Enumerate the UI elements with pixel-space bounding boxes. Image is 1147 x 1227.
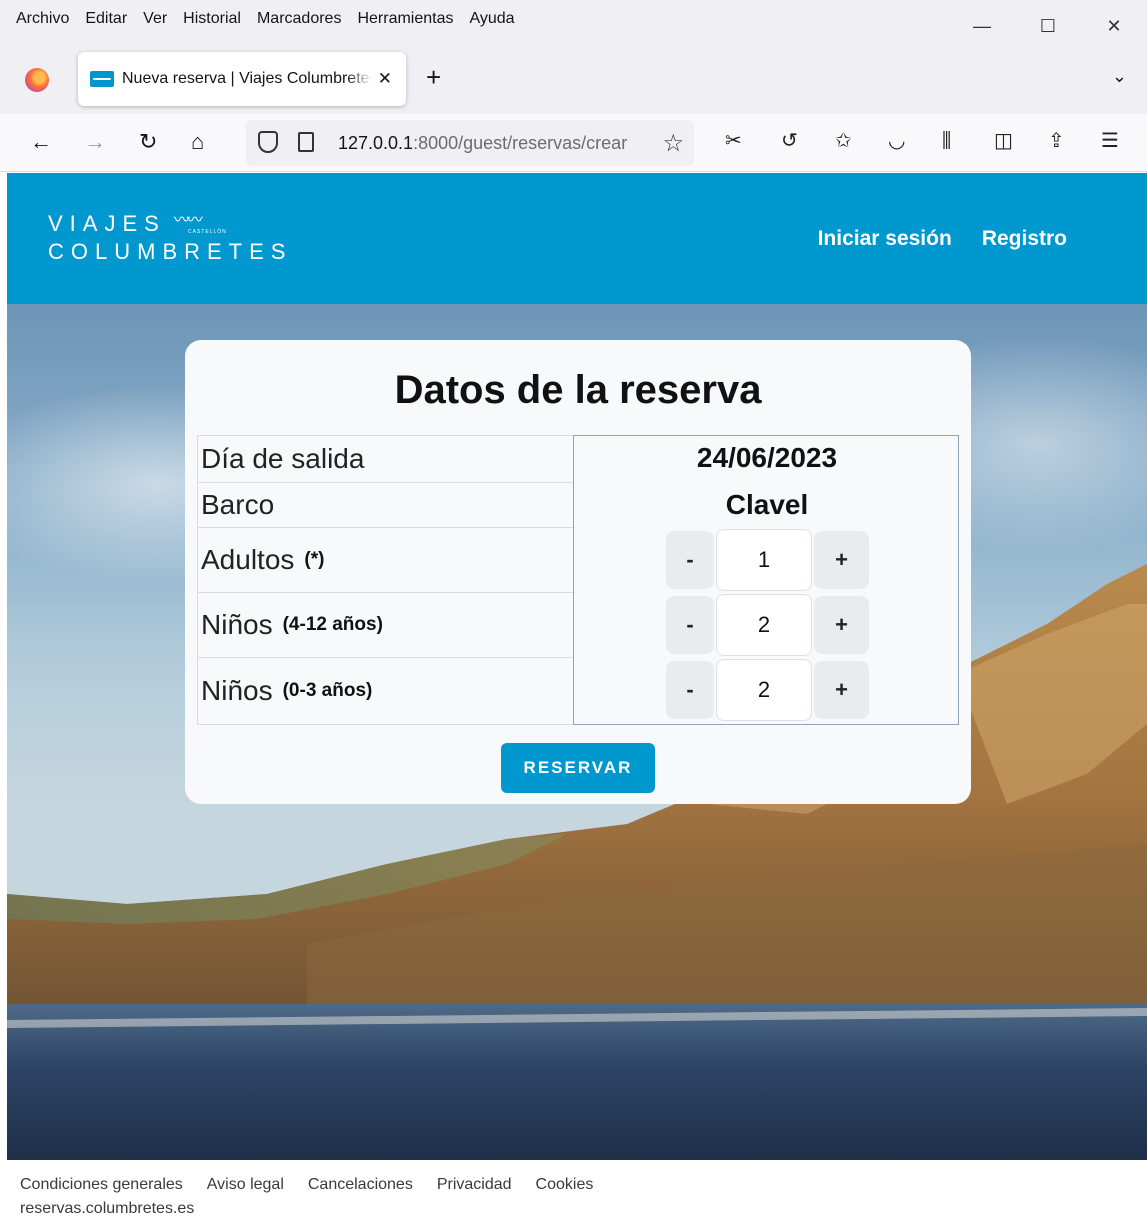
menu-historial[interactable]: Historial xyxy=(175,10,249,28)
tab-close-icon[interactable]: ✕ xyxy=(378,69,392,89)
kids-stepper: - 2 + xyxy=(666,594,870,656)
reserve-button[interactable]: RESERVAR xyxy=(501,743,655,793)
sidebar-icon[interactable]: ◫ xyxy=(994,128,1013,154)
library-icon[interactable]: ⫼ xyxy=(942,128,951,154)
site-favicon-icon xyxy=(90,71,114,87)
back-arrow-icon[interactable]: ← xyxy=(30,130,52,154)
url-path: :8000/guest/reservas/crear xyxy=(413,133,628,153)
close-window-button[interactable]: ✕ xyxy=(1081,6,1147,46)
header-nav: Iniciar sesión Registro xyxy=(818,227,1067,251)
active-tab[interactable]: Nueva reserva | Viajes Columbretes ✕ xyxy=(78,52,406,106)
footer-link-privacy[interactable]: Privacidad xyxy=(437,1176,512,1194)
date-value: 24/06/2023 xyxy=(696,442,838,473)
chevron-down-icon[interactable]: ⌄ xyxy=(1112,66,1127,87)
kids-label: Niños xyxy=(201,609,273,640)
adults-label: Adultos xyxy=(201,544,295,575)
infants-decrement-button[interactable]: - xyxy=(666,661,714,719)
adults-note: (*) xyxy=(304,549,325,570)
date-label: Día de salida xyxy=(201,443,365,474)
new-tab-button[interactable]: + xyxy=(426,64,441,90)
shield-icon[interactable] xyxy=(258,131,278,153)
site-footer: Condiciones generales Aviso legal Cancel… xyxy=(0,1160,1147,1227)
bookmarks-star-icon[interactable]: ✩ xyxy=(835,128,852,154)
values-column: 24/06/2023 Clavel - 1 + - 2 + - 2 + xyxy=(573,435,959,725)
page-info-icon[interactable] xyxy=(298,132,314,152)
adults-stepper: - 1 + xyxy=(666,529,870,591)
history-icon[interactable]: ↺ xyxy=(781,128,798,154)
footer-link-cookies[interactable]: Cookies xyxy=(536,1176,594,1194)
reload-icon[interactable]: ↻ xyxy=(139,130,157,154)
menu-editar[interactable]: Editar xyxy=(77,10,135,28)
site-logo[interactable]: VIAJES 〰〰 CASTELLÓN COLUMBRETES xyxy=(48,211,292,267)
row-kids-label: Niños (4-12 años) xyxy=(197,592,573,657)
screenshot-icon[interactable]: ✂ xyxy=(725,128,742,154)
labels-column: Día de salida Barco Adultos (*) Niños (4… xyxy=(197,435,573,725)
boat-label: Barco xyxy=(201,489,275,520)
pocket-icon[interactable]: ◡ xyxy=(888,128,905,154)
kids-note: (4-12 años) xyxy=(282,614,383,635)
footer-link-cancellations[interactable]: Cancelaciones xyxy=(308,1176,413,1194)
adults-decrement-button[interactable]: - xyxy=(666,531,714,589)
row-boat-label: Barco xyxy=(197,482,573,527)
forward-arrow-icon[interactable]: → xyxy=(84,130,106,154)
logo-tag: CASTELLÓN xyxy=(188,229,227,235)
site-header: VIAJES 〰〰 CASTELLÓN COLUMBRETES Iniciar s… xyxy=(7,173,1147,304)
kids-decrement-button[interactable]: - xyxy=(666,596,714,654)
kids-quantity-input[interactable]: 2 xyxy=(716,594,812,656)
row-date-label: Día de salida xyxy=(197,435,573,482)
share-icon[interactable]: ⇪ xyxy=(1048,128,1065,154)
home-icon[interactable]: ⌂ xyxy=(191,130,204,154)
page-title: Datos de la reserva xyxy=(394,368,762,412)
infants-note: (0-3 años) xyxy=(282,680,373,701)
url-bar[interactable]: 127.0.0.1:8000/guest/reservas/crear ☆ xyxy=(246,120,694,166)
boat-value: Clavel xyxy=(725,489,809,520)
footer-link-legal[interactable]: Aviso legal xyxy=(207,1176,284,1194)
tab-title: Nueva reserva | Viajes Columbretes xyxy=(122,70,372,87)
reservation-table: Día de salida Barco Adultos (*) Niños (4… xyxy=(197,435,959,725)
adults-increment-button[interactable]: + xyxy=(814,531,869,589)
infants-increment-button[interactable]: + xyxy=(814,661,869,719)
infants-stepper: - 2 + xyxy=(666,659,870,721)
hamburger-menu-icon[interactable]: ☰ xyxy=(1101,128,1119,154)
menu-ver[interactable]: Ver xyxy=(135,10,175,28)
url-host: 127.0.0.1 xyxy=(338,133,414,153)
register-link[interactable]: Registro xyxy=(982,227,1067,251)
infants-quantity-input[interactable]: 2 xyxy=(716,659,812,721)
tab-bar: Nueva reserva | Viajes Columbretes ✕ + ⌄ xyxy=(0,42,1147,114)
minimize-button[interactable]: — xyxy=(949,6,1015,46)
firefox-icon[interactable] xyxy=(25,68,49,92)
footer-links: Condiciones generales Aviso legal Cancel… xyxy=(20,1176,593,1194)
menu-archivo[interactable]: Archivo xyxy=(8,10,77,28)
row-adults-label: Adultos (*) xyxy=(197,527,573,592)
reservation-card: Datos de la reserva Día de salida Barco … xyxy=(185,340,971,804)
login-link[interactable]: Iniciar sesión xyxy=(818,227,952,251)
kids-increment-button[interactable]: + xyxy=(814,596,869,654)
bookmark-star-icon[interactable]: ☆ xyxy=(662,129,684,158)
footer-domain: reservas.columbretes.es xyxy=(20,1200,195,1217)
menu-ayuda[interactable]: Ayuda xyxy=(461,10,522,28)
nav-toolbar: ← → ↻ ⌂ 127.0.0.1:8000/guest/reservas/cr… xyxy=(0,114,1147,172)
row-infants-label: Niños (0-3 años) xyxy=(197,657,573,725)
url-text[interactable]: 127.0.0.1:8000/guest/reservas/crear xyxy=(338,133,648,154)
logo-line1: VIAJES xyxy=(48,211,166,236)
menu-marcadores[interactable]: Marcadores xyxy=(249,10,349,28)
menu-herramientas[interactable]: Herramientas xyxy=(349,10,461,28)
menu-bar: Archivo Editar Ver Historial Marcadores … xyxy=(0,0,1147,42)
infants-label: Niños xyxy=(201,675,273,706)
adults-quantity-input[interactable]: 1 xyxy=(716,529,812,591)
footer-link-conditions[interactable]: Condiciones generales xyxy=(20,1176,183,1194)
maximize-button[interactable]: ☐ xyxy=(1015,6,1081,46)
logo-line2: COLUMBRETES xyxy=(48,239,293,264)
